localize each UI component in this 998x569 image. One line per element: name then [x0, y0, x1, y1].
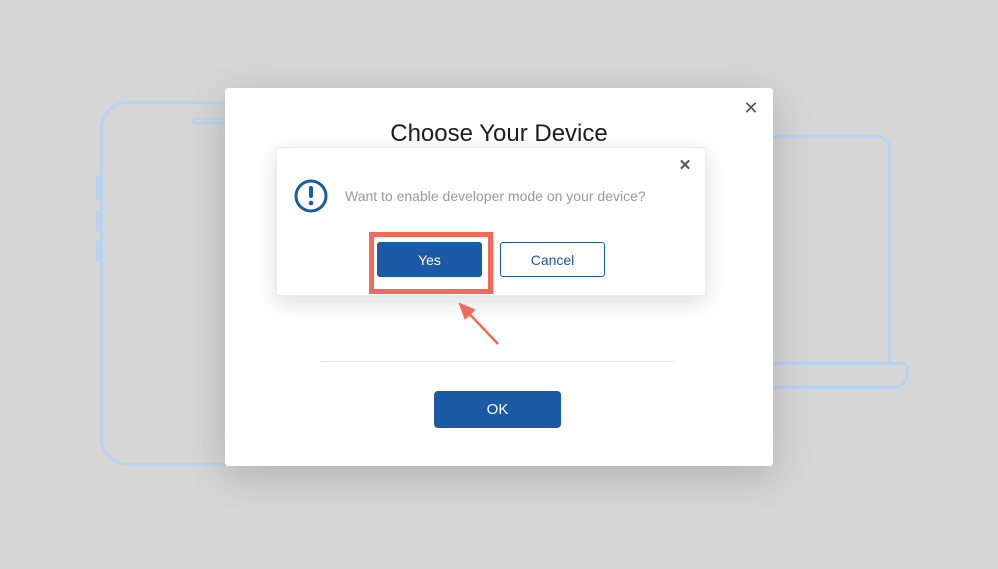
confirm-dialog: ✕ Want to enable developer mode on your … — [276, 147, 706, 296]
confirm-buttons: Yes Cancel — [277, 242, 705, 277]
confirm-message: Want to enable developer mode on your de… — [345, 188, 646, 204]
yes-button[interactable]: Yes — [377, 242, 482, 277]
phone-button-icon — [96, 210, 100, 232]
phone-button-icon — [96, 175, 100, 201]
modal-title: Choose Your Device — [225, 120, 773, 148]
ok-button[interactable]: OK — [434, 391, 561, 428]
close-icon[interactable]: ✕ — [673, 154, 697, 178]
phone-button-icon — [96, 240, 100, 262]
exclamation-icon — [293, 178, 329, 214]
divider — [321, 361, 674, 362]
cancel-button[interactable]: Cancel — [500, 242, 605, 277]
close-icon[interactable]: ✕ — [737, 94, 765, 122]
